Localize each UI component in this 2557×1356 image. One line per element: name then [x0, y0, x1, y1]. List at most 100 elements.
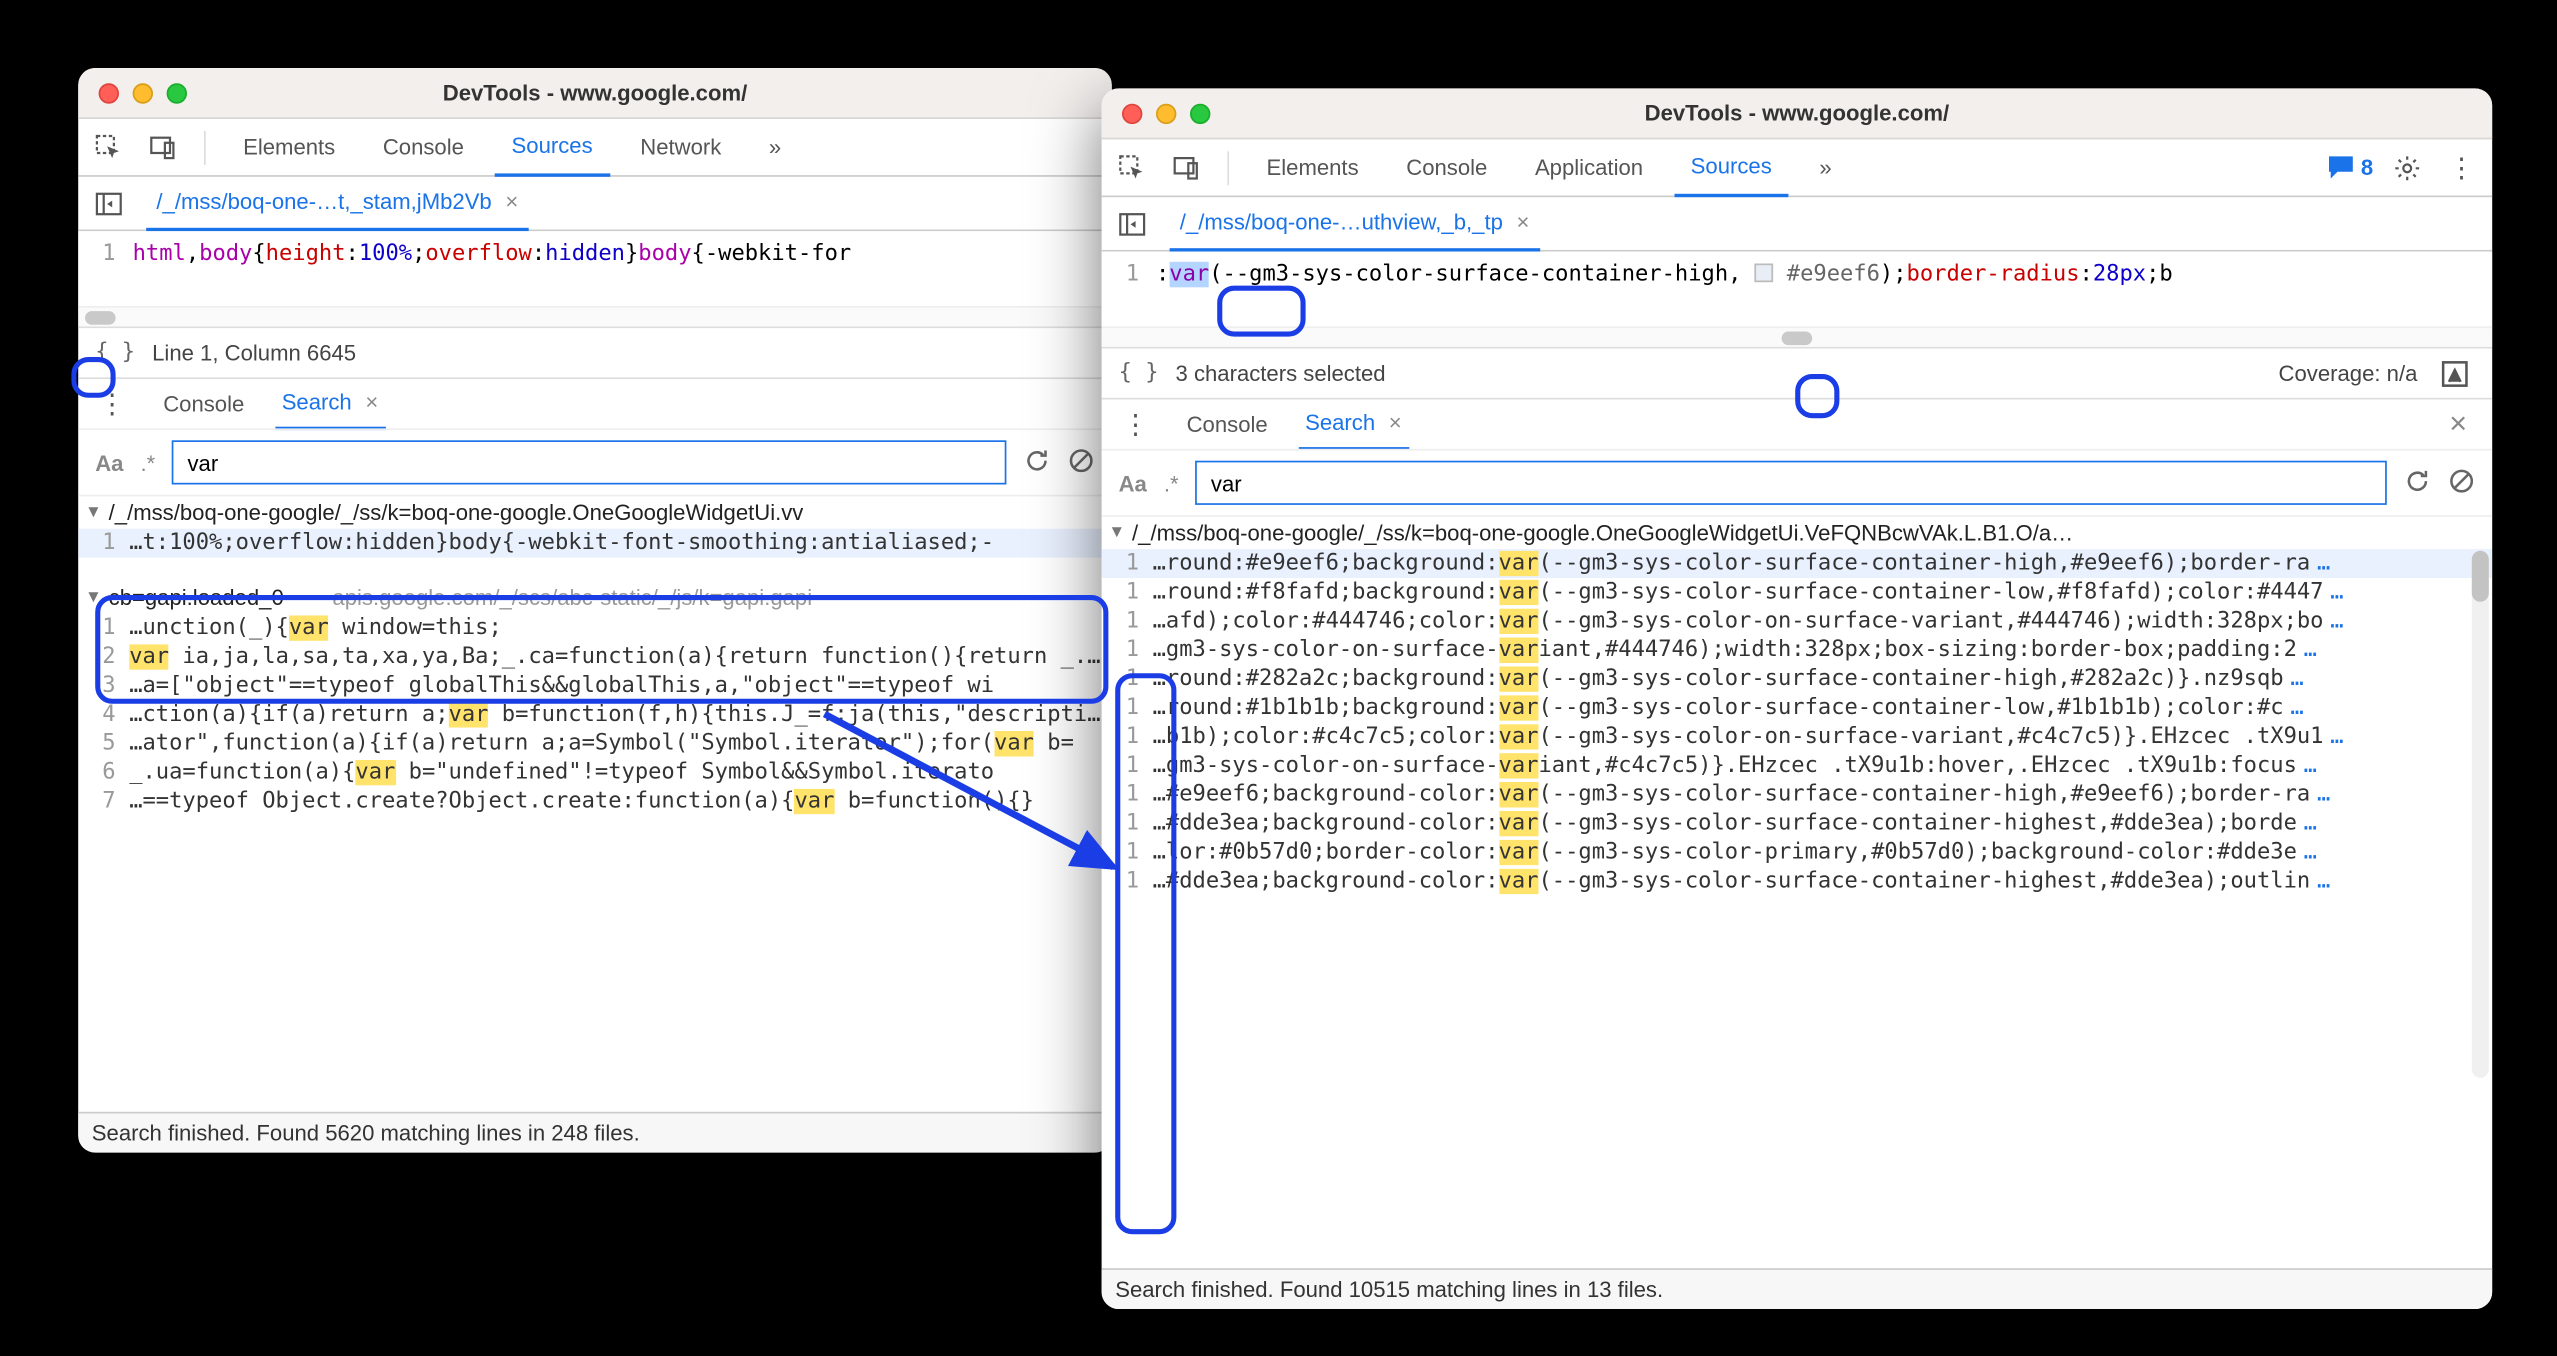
regex-toggle[interactable]: .* [1164, 470, 1179, 496]
devtools-window-right: DevTools - www.google.com/ Elements Cons… [1102, 88, 2493, 1309]
titlebar: DevTools - www.google.com/ [1102, 88, 2493, 139]
scrollbar-thumb[interactable] [2472, 551, 2489, 602]
search-footer: Search finished. Found 10515 matching li… [1102, 1268, 2493, 1309]
close-tab-icon[interactable]: × [505, 189, 518, 215]
tab-application[interactable]: Application [1518, 139, 1660, 197]
editor-status: { } Line 1, Column 6645 [78, 326, 1112, 377]
search-result-row[interactable]: 1…round:#f8fafd;background:var(--gm3-sys… [1102, 578, 2493, 607]
search-result-row[interactable]: 1…#dde3ea;background-color:var(--gm3-sys… [1102, 867, 2493, 896]
drawer-tabs: ⋮ Console Search × [78, 377, 1112, 428]
window-title: DevTools - www.google.com/ [1102, 100, 2493, 126]
refresh-icon[interactable] [1023, 446, 1050, 478]
inspect-element-icon[interactable] [1112, 147, 1153, 188]
results-scrollbar[interactable] [2472, 551, 2489, 1078]
editor-scrollbar[interactable] [78, 306, 1112, 326]
drawer-tabs: ⋮ Console Search × × [1102, 398, 2493, 449]
pretty-print-icon[interactable]: { } [1119, 360, 1159, 386]
close-drawer-tab-icon[interactable]: × [365, 389, 378, 415]
kebab-menu-icon[interactable]: ⋮ [2441, 147, 2482, 188]
device-toolbar-icon[interactable] [143, 127, 184, 168]
search-status: Search finished. Found 10515 matching li… [1115, 1277, 1663, 1303]
close-tab-icon[interactable]: × [1517, 209, 1530, 235]
tab-console[interactable]: Console [1389, 139, 1504, 197]
tab-sources[interactable]: Sources [1674, 139, 1789, 197]
editor-scrollbar[interactable] [1102, 326, 2493, 346]
search-result-row[interactable]: 1…afd);color:#444746;color:var(--gm3-sys… [1102, 607, 2493, 636]
divider [1227, 150, 1229, 184]
drawer-search-label: Search [282, 389, 352, 415]
search-result-row[interactable]: 1…#dde3ea;background-color:var(--gm3-sys… [1102, 809, 2493, 838]
search-input[interactable] [172, 440, 1006, 484]
device-toolbar-icon[interactable] [1166, 147, 1207, 188]
drawer-search-label: Search [1305, 410, 1375, 436]
coverage-icon[interactable] [2434, 353, 2475, 394]
source-editor[interactable]: 1 :var(--gm3-sys-color-surface-container… [1102, 252, 2493, 327]
window-title: DevTools - www.google.com/ [78, 80, 1112, 106]
search-result-row[interactable]: 1…gm3-sys-color-on-surface-variant,#c4c7… [1102, 751, 2493, 780]
refresh-icon[interactable] [2404, 467, 2431, 499]
result-file-header[interactable]: ▼ /_/mss/boq-one-google/_/ss/k=boq-one-g… [1102, 517, 2493, 549]
drawer-menu-icon[interactable]: ⋮ [92, 383, 133, 424]
filetab-row: /_/mss/boq-one-…t,_stam,jMb2Vb × [78, 177, 1112, 231]
drawer-tab-search[interactable]: Search × [1298, 399, 1408, 450]
search-bar: Aa .* [1102, 449, 2493, 515]
clear-icon[interactable] [2448, 467, 2475, 499]
search-results: ▼ /_/mss/boq-one-google/_/ss/k=boq-one-g… [1102, 515, 2493, 1268]
drawer-menu-icon[interactable]: ⋮ [1115, 404, 1156, 445]
settings-icon[interactable] [2387, 147, 2428, 188]
messages-badge[interactable]: 8 [2327, 155, 2373, 181]
search-result-row[interactable]: 1…round:#1b1b1b;background:var(--gm3-sys… [1102, 694, 2493, 723]
selection-status: 3 characters selected [1176, 360, 1386, 386]
search-status: Search finished. Found 5620 matching lin… [92, 1120, 640, 1146]
drawer-tab-search[interactable]: Search × [275, 378, 385, 429]
search-result-row[interactable]: 2var ia,ja,la,sa,ta,xa,ya,Ba;_.ca=functi… [78, 643, 1112, 672]
file-tab[interactable]: /_/mss/boq-one-…t,_stam,jMb2Vb × [146, 176, 528, 230]
scrollbar-thumb[interactable] [85, 311, 116, 325]
editor-status: { } 3 characters selected Coverage: n/a [1102, 347, 2493, 398]
tab-more[interactable]: » [752, 118, 798, 176]
file-tab-label: /_/mss/boq-one-…uthview,_b,_tp [1180, 209, 1503, 235]
inspect-element-icon[interactable] [88, 127, 129, 168]
navigator-toggle-icon[interactable] [1112, 203, 1153, 244]
match-case-toggle[interactable]: Aa [95, 450, 123, 476]
code-line: html,body{height:100%;overflow:hidden}bo… [126, 231, 1112, 306]
tab-elements[interactable]: Elements [226, 118, 352, 176]
file-tab[interactable]: /_/mss/boq-one-…uthview,_b,_tp × [1170, 196, 1540, 250]
annotation-arrow [816, 697, 1156, 901]
line-number: 1 [78, 231, 126, 306]
search-result-row[interactable]: 1…t:100%;overflow:hidden}body{-webkit-fo… [78, 529, 1112, 558]
tab-sources[interactable]: Sources [495, 118, 610, 176]
source-editor[interactable]: 1 html,body{height:100%;overflow:hidden}… [78, 231, 1112, 306]
tab-network[interactable]: Network [623, 118, 738, 176]
search-result-row[interactable]: 1…unction(_){var window=this; [78, 614, 1112, 643]
pretty-print-icon[interactable]: { } [95, 340, 135, 366]
drawer-tab-console[interactable]: Console [156, 378, 251, 429]
tab-console[interactable]: Console [366, 118, 481, 176]
search-result-row[interactable]: 1…#e9eef6;background-color:var(--gm3-sys… [1102, 780, 2493, 809]
search-result-row[interactable]: 1…b1b);color:#c4c7c5;color:var(--gm3-sys… [1102, 723, 2493, 752]
line-number: 1 [1102, 252, 1150, 327]
titlebar: DevTools - www.google.com/ [78, 68, 1112, 119]
close-drawer-tab-icon[interactable]: × [1389, 410, 1402, 436]
search-result-row[interactable]: 1…round:#e9eef6;background:var(--gm3-sys… [1102, 549, 2493, 578]
search-footer: Search finished. Found 5620 matching lin… [78, 1112, 1112, 1153]
devtools-window-left: DevTools - www.google.com/ Elements Cons… [78, 68, 1112, 1153]
result-file-header[interactable]: ▼/_/mss/boq-one-google/_/ss/k=boq-one-go… [78, 496, 1112, 528]
devtools-tabs: Elements Console Sources Network » [78, 119, 1112, 177]
drawer-tab-console[interactable]: Console [1180, 399, 1275, 450]
clear-icon[interactable] [1068, 446, 1095, 478]
tab-elements[interactable]: Elements [1250, 139, 1376, 197]
filetab-row: /_/mss/boq-one-…uthview,_b,_tp × [1102, 197, 2493, 251]
tab-more[interactable]: » [1802, 139, 1848, 197]
regex-toggle[interactable]: .* [140, 450, 155, 476]
search-result-row[interactable]: 1…lor:#0b57d0;border-color:var(--gm3-sys… [1102, 838, 2493, 867]
scrollbar-thumb[interactable] [1782, 332, 1813, 346]
match-case-toggle[interactable]: Aa [1119, 470, 1147, 496]
result-file-header[interactable]: ▼cb=gapi.loaded_0 — apis.google.com/_/sc… [78, 581, 1112, 613]
search-result-row[interactable]: 1…gm3-sys-color-on-surface-variant,#4447… [1102, 636, 2493, 665]
navigator-toggle-icon[interactable] [88, 183, 129, 224]
search-input[interactable] [1196, 461, 2387, 505]
devtools-tabs: Elements Console Application Sources » 8… [1102, 139, 2493, 197]
search-result-row[interactable]: 1…round:#282a2c;background:var(--gm3-sys… [1102, 665, 2493, 694]
close-drawer-icon[interactable]: × [2438, 404, 2479, 445]
